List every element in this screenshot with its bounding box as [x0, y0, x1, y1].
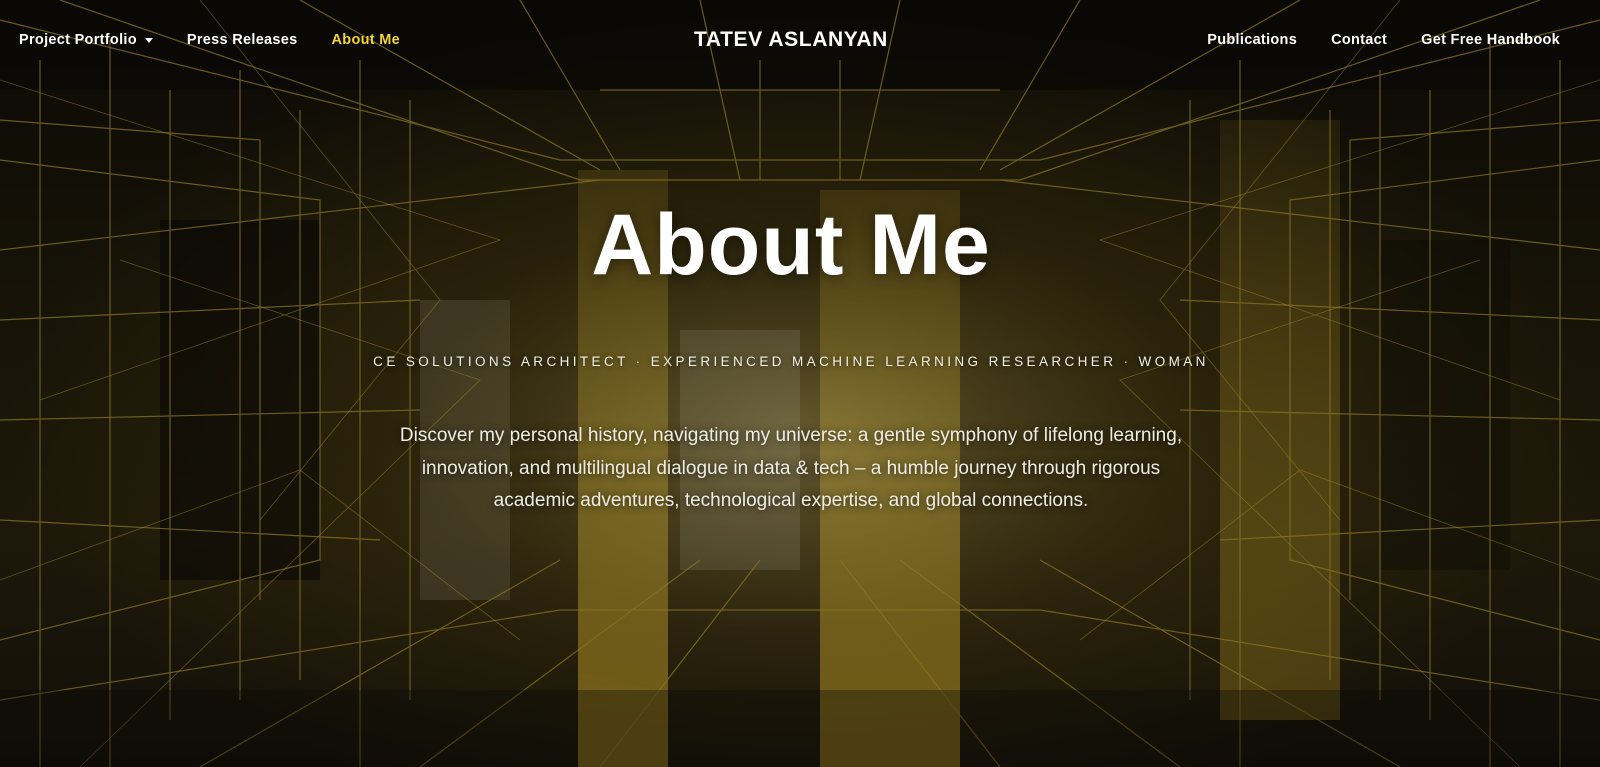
hero-section: Project Portfolio Press Releases About M… [0, 0, 1600, 767]
hero-intro-text: Discover my personal history, navigating… [399, 425, 1183, 511]
nav-link-get-free-handbook[interactable]: Get Free Handbook [1421, 32, 1560, 48]
hero-subtitle: CE SOLUTIONS ARCHITECT · EXPERIENCED MAC… [373, 354, 1209, 369]
page-title: About Me [591, 197, 991, 293]
nav-right-group: Publications Contact Get Free Handbook [1207, 32, 1560, 48]
top-navigation: Project Portfolio Press Releases About M… [0, 0, 1600, 84]
nav-link-publications[interactable]: Publications [1207, 32, 1297, 48]
wireframe-background-image [0, 0, 1600, 767]
nav-link-contact[interactable]: Contact [1331, 32, 1387, 48]
